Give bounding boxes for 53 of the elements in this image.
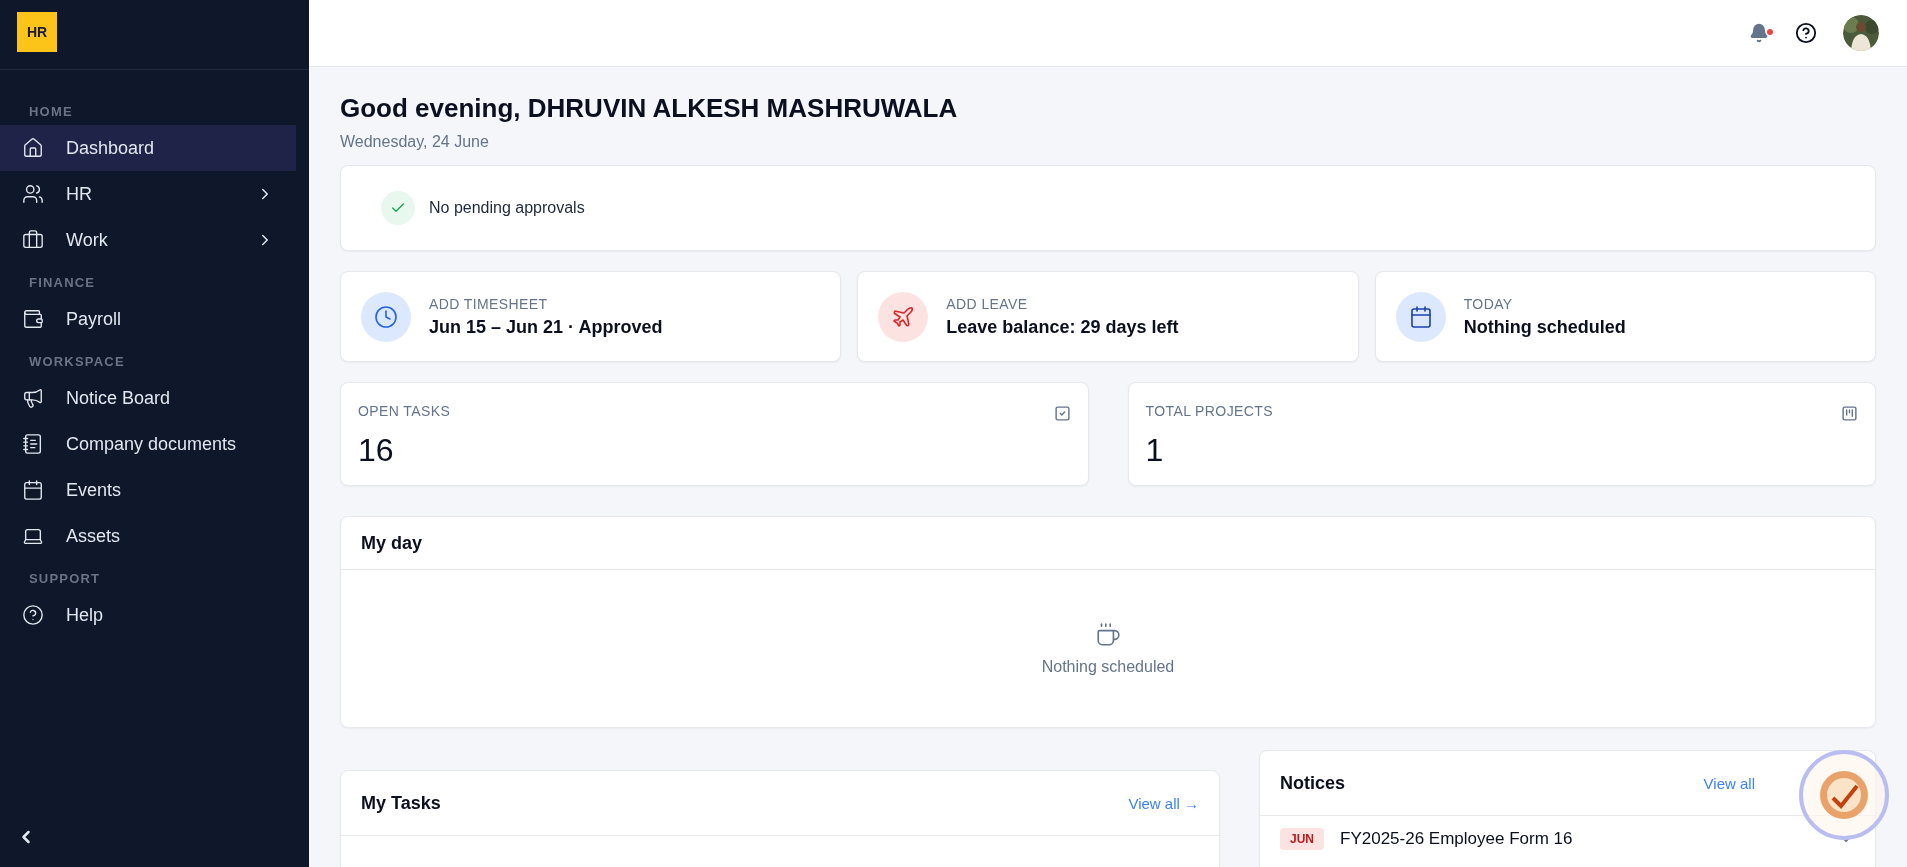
sidebar-item[interactable]: Events	[0, 467, 296, 513]
wallet-icon	[22, 308, 44, 330]
megaphone-icon	[22, 387, 44, 409]
view-all-link[interactable]: View all	[1703, 774, 1755, 792]
sidebar-item[interactable]: Work	[0, 217, 296, 263]
sidebar-item[interactable]: Notice Board	[0, 375, 296, 421]
sidebar-item[interactable]: HR	[0, 171, 296, 217]
card-label: ADD LEAVE	[946, 295, 1029, 312]
logo: HR	[17, 12, 57, 52]
coffee-icon	[1095, 621, 1121, 648]
greeting-title: Good evening, DHRUVIN ALKESH MASHRUWALA	[340, 93, 959, 124]
card-title: My day	[361, 532, 423, 554]
calendar-icon	[22, 479, 44, 501]
help-icon	[22, 604, 44, 626]
check-icon	[381, 191, 415, 225]
help-icon[interactable]	[1795, 22, 1817, 44]
stat-label: TOTAL PROJECTS	[1145, 403, 1273, 419]
approvals-text: No pending approvals	[429, 199, 585, 217]
notice-title[interactable]: FY2025-26 Employee Form 16	[1340, 829, 1821, 849]
clock-icon	[361, 291, 411, 342]
view-all-link[interactable]: View all →	[1128, 794, 1199, 812]
sidebar-item[interactable]: Help	[0, 592, 296, 638]
sidebar-item[interactable]: Dashboard	[0, 125, 296, 171]
section-label: SUPPORT	[28, 571, 102, 586]
badge-icon	[1817, 768, 1871, 822]
card-value: Leave balance: 29 days left	[946, 316, 1179, 338]
card-value: Nothing scheduled	[1463, 316, 1626, 338]
checkbox-icon	[1053, 405, 1071, 422]
kanban-icon	[1841, 405, 1858, 422]
briefcase-icon	[22, 229, 44, 251]
quick-action-card[interactable]: TODAY Nothing scheduled	[1374, 271, 1876, 362]
month-badge: JUN	[1280, 828, 1324, 850]
house-icon	[22, 137, 44, 159]
users-icon	[22, 183, 44, 205]
empty-text: Nothing scheduled	[1041, 657, 1175, 676]
card-value: Jun 15 – Jun 21 · Approved	[429, 316, 663, 338]
section-label: WORKSPACE	[28, 354, 126, 369]
quick-action-card[interactable]: ADD TIMESHEET Jun 15 – Jun 21 · Approved	[340, 271, 842, 362]
document-icon	[22, 433, 44, 455]
section-label: FINANCE	[28, 275, 97, 290]
card-title: My Tasks	[361, 792, 441, 814]
sidebar-item[interactable]: Payroll	[0, 296, 296, 342]
stat-label: OPEN TASKS	[358, 403, 451, 419]
card-label: TODAY	[1463, 295, 1514, 312]
stat-value: 1	[1145, 432, 1165, 469]
date-text: Wednesday, 24 June	[340, 133, 490, 151]
quick-action-card[interactable]: ADD LEAVE Leave balance: 29 days left	[857, 271, 1359, 362]
sidebar-item[interactable]: Assets	[0, 513, 296, 559]
section-label: HOME	[28, 104, 74, 119]
card-title: Notices	[1280, 772, 1346, 794]
sidebar-item[interactable]: Company documents	[0, 421, 296, 467]
card-label: ADD TIMESHEET	[429, 295, 549, 312]
stat-value: 16	[358, 432, 395, 469]
